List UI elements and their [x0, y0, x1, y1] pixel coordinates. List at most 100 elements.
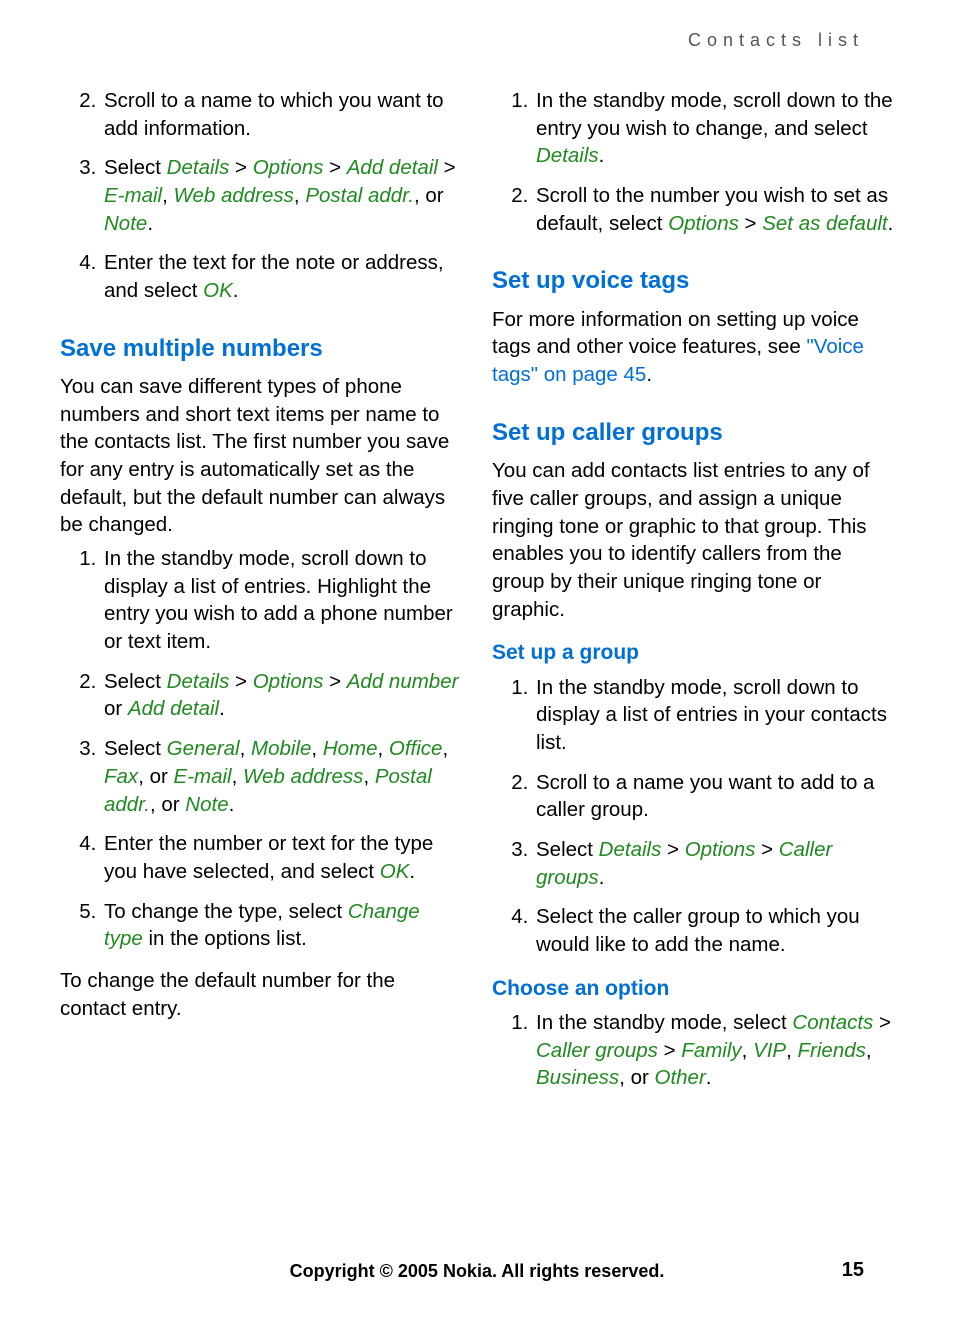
right-column: In the standby mode, scroll down to the …: [492, 81, 894, 1106]
ui-term: Caller groups: [536, 1039, 658, 1062]
text: , or: [138, 765, 173, 788]
text: ,: [311, 737, 322, 760]
ui-term: Mobile: [251, 737, 311, 760]
text: >: [755, 838, 778, 861]
text: .: [409, 860, 415, 883]
text: , or: [150, 793, 185, 816]
ui-term: Family: [681, 1039, 741, 1062]
text: .: [599, 866, 605, 889]
ui-term: Options: [668, 212, 739, 235]
text: >: [229, 156, 252, 179]
text: ,: [442, 737, 448, 760]
text: >: [661, 838, 684, 861]
list-item: Scroll to a name you want to add to a ca…: [534, 769, 894, 824]
text: ,: [232, 765, 243, 788]
heading-save-multiple-numbers: Save multiple numbers: [60, 333, 462, 365]
running-header: Contacts list: [60, 30, 894, 51]
ui-term: Contacts: [792, 1011, 873, 1034]
text: .: [233, 279, 239, 302]
paragraph: You can save different types of phone nu…: [60, 373, 462, 539]
ui-term: Details: [167, 670, 230, 693]
ui-term: E-mail: [104, 184, 162, 207]
ui-term: Options: [253, 156, 324, 179]
ui-term: Add detail: [128, 697, 219, 720]
ui-term: Options: [685, 838, 756, 861]
ui-term: Details: [599, 838, 662, 861]
list-item: Enter the number or text for the type yo…: [102, 830, 462, 885]
text: .: [219, 697, 225, 720]
ui-term: Web address: [174, 184, 294, 207]
ui-term: E-mail: [174, 765, 232, 788]
text: >: [658, 1039, 681, 1062]
text: ,: [786, 1039, 797, 1062]
text: , or: [414, 184, 444, 207]
text: For more information on setting up voice…: [492, 308, 859, 359]
ui-term: Web address: [243, 765, 363, 788]
text: ,: [162, 184, 173, 207]
ordered-list: In the standby mode, select Contacts > C…: [492, 1009, 894, 1092]
list-item: Select Details > Options > Add detail > …: [102, 154, 462, 237]
text: >: [739, 212, 762, 235]
list-item: Select Details > Options > Caller groups…: [534, 836, 894, 891]
page: Contacts list Scroll to a name to which …: [0, 0, 954, 1322]
list-item: In the standby mode, scroll down to disp…: [534, 674, 894, 757]
paragraph: For more information on setting up voice…: [492, 306, 894, 389]
ui-term: General: [167, 737, 240, 760]
list-item: In the standby mode, scroll down to the …: [534, 87, 894, 170]
left-column: Scroll to a name to which you want to ad…: [60, 81, 462, 1106]
list-item: Select the caller group to which you wou…: [534, 903, 894, 958]
page-number: 15: [842, 1259, 864, 1282]
paragraph: You can add contacts list entries to any…: [492, 457, 894, 623]
text: >: [323, 670, 346, 693]
text: >: [323, 156, 346, 179]
ui-term: Postal addr.: [305, 184, 414, 207]
text: In the standby mode, select: [536, 1011, 792, 1034]
text: ,: [363, 765, 374, 788]
text: .: [147, 212, 153, 235]
ordered-list: In the standby mode, scroll down to disp…: [60, 545, 462, 953]
heading-set-up-caller-groups: Set up caller groups: [492, 417, 894, 449]
text: ,: [378, 737, 389, 760]
subheading-set-up-a-group: Set up a group: [492, 639, 894, 667]
text: ,: [240, 737, 251, 760]
text: >: [873, 1011, 891, 1034]
text: .: [599, 144, 605, 167]
ui-term: Details: [167, 156, 230, 179]
ui-term: OK: [203, 279, 233, 302]
ui-term: Other: [655, 1066, 706, 1089]
ui-term: VIP: [753, 1039, 786, 1062]
ui-term: Set as default: [762, 212, 887, 235]
list-item: Enter the text for the note or address, …: [102, 249, 462, 304]
text: or: [104, 697, 128, 720]
text: in the options list.: [143, 927, 307, 950]
text: .: [706, 1066, 712, 1089]
list-item: Scroll to a name to which you want to ad…: [102, 87, 462, 142]
list-item: In the standby mode, select Contacts > C…: [534, 1009, 894, 1092]
text: To change the type, select: [104, 900, 348, 923]
text: .: [646, 363, 652, 386]
two-column-layout: Scroll to a name to which you want to ad…: [60, 81, 894, 1106]
list-item: Scroll to the number you wish to set as …: [534, 182, 894, 237]
footer-copyright: Copyright © 2005 Nokia. All rights reser…: [60, 1261, 894, 1282]
text: Select: [104, 670, 167, 693]
ui-term: Add number: [347, 670, 459, 693]
text: Select: [104, 156, 167, 179]
paragraph: To change the default number for the con…: [60, 967, 462, 1022]
text: .: [888, 212, 894, 235]
heading-set-up-voice-tags: Set up voice tags: [492, 265, 894, 297]
subheading-choose-an-option: Choose an option: [492, 975, 894, 1003]
ordered-list: In the standby mode, scroll down to the …: [492, 87, 894, 237]
list-item: Select Details > Options > Add number or…: [102, 668, 462, 723]
ui-term: Office: [389, 737, 443, 760]
ordered-list: In the standby mode, scroll down to disp…: [492, 674, 894, 959]
ui-term: Business: [536, 1066, 619, 1089]
ui-term: Fax: [104, 765, 138, 788]
text: , or: [619, 1066, 654, 1089]
text: ,: [294, 184, 305, 207]
text: >: [438, 156, 456, 179]
list-item: In the standby mode, scroll down to disp…: [102, 545, 462, 656]
ui-term: Home: [323, 737, 378, 760]
list-item: Select General, Mobile, Home, Office, Fa…: [102, 735, 462, 818]
text: ,: [742, 1039, 753, 1062]
text: .: [229, 793, 235, 816]
